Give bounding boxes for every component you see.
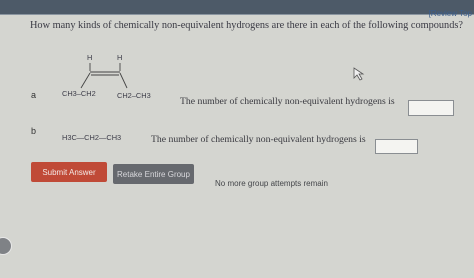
part-b-answer-input[interactable] bbox=[375, 139, 418, 154]
mouse-cursor-icon bbox=[353, 67, 365, 81]
part-b-letter: b bbox=[31, 126, 37, 136]
part-a-prompt: The number of chemically non-equivalent … bbox=[180, 96, 395, 107]
molecule-a-h-right: H bbox=[117, 53, 123, 62]
part-a-answer-input[interactable] bbox=[408, 100, 454, 116]
molecule-b-formula: H3C—CH2—CH3 bbox=[62, 133, 122, 142]
submit-answer-label: Submit Answer bbox=[42, 167, 96, 177]
retake-group-button[interactable]: Retake Entire Group bbox=[113, 164, 194, 184]
attempts-status: No more group attempts remain bbox=[215, 179, 328, 188]
submit-answer-button[interactable]: Submit Answer bbox=[31, 162, 107, 182]
part-b-prompt: The number of chemically non-equivalent … bbox=[151, 134, 366, 145]
molecule-a-left-group: CH3–CH2 bbox=[62, 89, 96, 98]
molecule-a-h-left: H bbox=[87, 53, 93, 62]
retake-group-label: Retake Entire Group bbox=[117, 169, 190, 179]
molecule-a-right-group: CH2–CH3 bbox=[117, 91, 151, 100]
